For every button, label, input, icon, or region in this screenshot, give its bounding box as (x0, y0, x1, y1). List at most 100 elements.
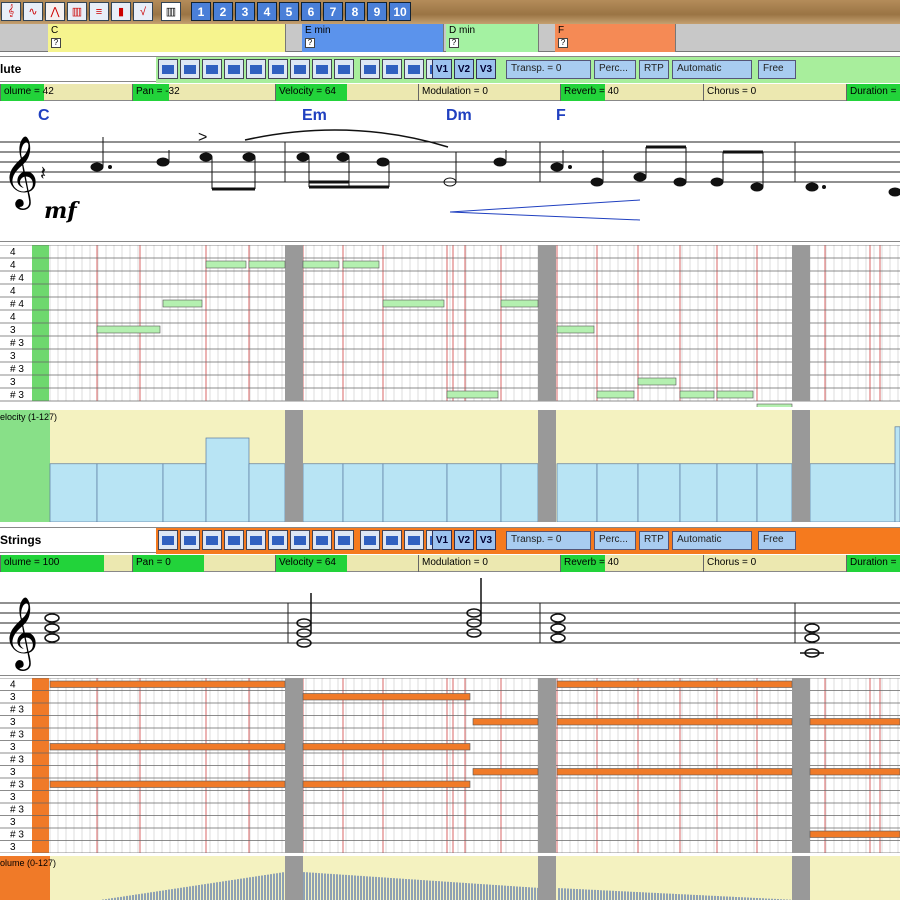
score-strings: 𝄞 (0, 573, 900, 676)
voice-2-button[interactable]: V2 (454, 59, 474, 79)
bars-icon[interactable] (224, 59, 244, 79)
param-4[interactable]: Reverb = 40 (560, 555, 703, 572)
edit-icon[interactable]: ⋀ (45, 2, 65, 21)
note-block (49, 743, 286, 751)
chord-help-icon[interactable]: ? (51, 38, 61, 48)
chord-block-emin[interactable]: E min ? (302, 24, 444, 52)
param-0[interactable]: olume = 100 (0, 555, 132, 572)
track-name[interactable]: Strings (0, 533, 41, 547)
note-block (556, 718, 793, 726)
bars-icon[interactable] (202, 530, 222, 550)
perc-button[interactable]: Perc... (594, 531, 636, 550)
voice-1-button[interactable]: V1 (432, 530, 452, 550)
bracket-icon[interactable] (382, 530, 402, 550)
bars-icon[interactable] (312, 59, 332, 79)
part-button-2[interactable]: 2 (213, 2, 233, 21)
free-button[interactable]: Free (758, 60, 796, 79)
part-button-7[interactable]: 7 (323, 2, 343, 21)
perc-button[interactable]: Perc... (594, 60, 636, 79)
bar-divider (792, 245, 810, 401)
param-1[interactable]: Pan = 0 (132, 555, 275, 572)
bars-icon[interactable] (290, 530, 310, 550)
voice-1-button[interactable]: V1 (432, 59, 452, 79)
piano-roll-grid-lute[interactable]: 4 4 # 4 4 # 4 4 3 # 3 3 # 3 3 # 3 (0, 244, 900, 412)
piano-icon[interactable] (360, 59, 380, 79)
menu-icon[interactable] (334, 530, 354, 550)
score-view-icon[interactable]: 𝄞 (1, 2, 21, 21)
part-button-3[interactable]: 3 (235, 2, 255, 21)
menu-icon[interactable] (334, 59, 354, 79)
velocity-bar (162, 463, 207, 523)
pitch-label: 3 (10, 351, 16, 362)
transp-button[interactable]: Transp. = 0 (506, 531, 591, 550)
param-2[interactable]: Velocity = 64 (275, 84, 418, 101)
velocity-bar (96, 463, 164, 523)
part-button-8[interactable]: 8 (345, 2, 365, 21)
param-2[interactable]: Velocity = 64 (275, 555, 418, 572)
volume-curve-strings[interactable] (0, 856, 900, 900)
bars-icon[interactable] (246, 59, 266, 79)
transp-button[interactable]: Transp. = 0 (506, 60, 591, 79)
param-1[interactable]: Pan = -32 (132, 84, 275, 101)
bars-icon[interactable] (246, 530, 266, 550)
voice-3-button[interactable]: V3 (476, 59, 496, 79)
free-button[interactable]: Free (758, 531, 796, 550)
part-button-6[interactable]: 6 (301, 2, 321, 21)
param-6[interactable]: Duration = (846, 555, 900, 572)
voice-2-button[interactable]: V2 (454, 530, 474, 550)
note-block (756, 403, 793, 412)
scale-icon[interactable] (180, 59, 200, 79)
note-block (446, 390, 499, 399)
bars-icon[interactable] (268, 59, 288, 79)
curve-icon[interactable]: √ (133, 2, 153, 21)
list-icon[interactable] (158, 530, 178, 550)
bars-icon[interactable] (202, 59, 222, 79)
part-button-10[interactable]: 10 (389, 2, 411, 21)
track-name[interactable]: lute (0, 62, 21, 76)
pitch-label: # 3 (10, 705, 24, 716)
chord-block-f[interactable]: F ? (555, 24, 676, 52)
arrange-icon[interactable]: ▥ (67, 2, 87, 21)
scale-icon[interactable] (180, 530, 200, 550)
param-5[interactable]: Chorus = 0 (703, 84, 846, 101)
bars-icon[interactable] (268, 530, 288, 550)
voice-3-button[interactable]: V3 (476, 530, 496, 550)
speaker-icon[interactable] (404, 59, 424, 79)
chord-help-icon[interactable]: ? (558, 38, 568, 48)
chord-help-icon[interactable]: ? (449, 38, 459, 48)
part-button-5[interactable]: 5 (279, 2, 299, 21)
bars-icon[interactable]: ▮ (111, 2, 131, 21)
param-3[interactable]: Modulation = 0 (418, 84, 560, 101)
bar-divider (538, 856, 556, 900)
part-button-1[interactable]: 1 (191, 2, 211, 21)
chord-block-c[interactable]: C ? (48, 24, 286, 52)
param-4[interactable]: Reverb = 40 (560, 84, 703, 101)
param-label: Pan = -32 (136, 86, 180, 97)
auto-button[interactable]: Automatic (672, 60, 752, 79)
mixer-icon[interactable]: ≡ (89, 2, 109, 21)
chord-help-icon[interactable]: ? (305, 38, 315, 48)
keyboard-icon[interactable]: ▥ (161, 2, 181, 21)
param-0[interactable]: olume = 42 (0, 84, 132, 101)
param-6[interactable]: Duration = (846, 84, 900, 101)
part-button-9[interactable]: 9 (367, 2, 387, 21)
bars-icon[interactable] (312, 530, 332, 550)
bars-icon[interactable] (290, 59, 310, 79)
pitch-label: 4 (10, 247, 16, 258)
list-icon[interactable] (158, 59, 178, 79)
bars-icon[interactable] (224, 530, 244, 550)
auto-button[interactable]: Automatic (672, 531, 752, 550)
param-5[interactable]: Chorus = 0 (703, 555, 846, 572)
rtp-button[interactable]: RTP (639, 531, 669, 550)
velocity-bars-lute[interactable] (0, 410, 900, 523)
bracket-icon[interactable] (382, 59, 402, 79)
part-button-4[interactable]: 4 (257, 2, 277, 21)
wave-icon[interactable]: ∿ (23, 2, 43, 21)
param-3[interactable]: Modulation = 0 (418, 555, 560, 572)
chord-block-dmin[interactable]: D min ? (446, 24, 539, 52)
rtp-button[interactable]: RTP (639, 60, 669, 79)
piano-icon[interactable] (360, 530, 380, 550)
speaker-icon[interactable] (404, 530, 424, 550)
piano-roll-grid-strings[interactable]: 43# 33# 33# 33# 33# 33# 33 (0, 677, 900, 854)
track-header-lute: lute V1 V2 V3 Transp. = 0 Perc... RTP Automati… (0, 56, 900, 83)
